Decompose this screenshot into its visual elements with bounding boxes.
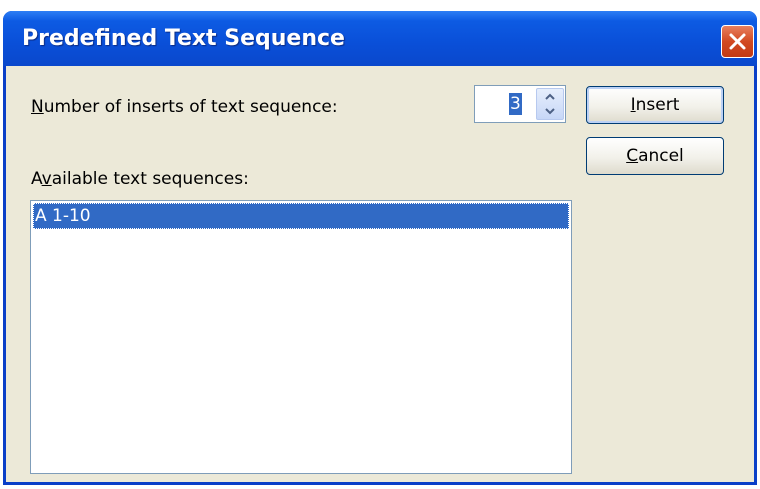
inserts-label: Number of inserts of text sequence: bbox=[31, 97, 338, 117]
list-item[interactable]: A 1-10 bbox=[33, 203, 569, 229]
spinner-buttons bbox=[536, 88, 564, 120]
close-icon bbox=[729, 33, 746, 50]
sequences-label-text: ailable text sequences: bbox=[51, 169, 249, 189]
spin-down-button[interactable] bbox=[537, 104, 563, 119]
cancel-button-mnemonic: C bbox=[626, 146, 639, 166]
sequences-label-mnemonic: v bbox=[41, 169, 52, 189]
cancel-button[interactable]: Cancel bbox=[586, 137, 724, 175]
cancel-button-label: ancel bbox=[638, 146, 684, 166]
dialog-body: Number of inserts of text sequence: 3 Av… bbox=[6, 66, 754, 482]
dialog-window: Predefined Text Sequence Number of inser… bbox=[3, 11, 757, 485]
inserts-label-text: umber of inserts of text sequence: bbox=[43, 97, 338, 117]
dialog-title: Predefined Text Sequence bbox=[22, 26, 345, 51]
chevron-up-icon bbox=[545, 93, 555, 100]
inserts-spinner[interactable]: 3 bbox=[474, 85, 566, 123]
insert-button-label: nsert bbox=[635, 95, 680, 115]
inserts-value[interactable]: 3 bbox=[509, 93, 522, 115]
inserts-label-mnemonic: N bbox=[31, 97, 44, 117]
close-button[interactable] bbox=[721, 25, 754, 58]
spin-up-button[interactable] bbox=[537, 89, 563, 104]
chevron-down-icon bbox=[545, 108, 555, 115]
sequences-listbox[interactable]: A 1-10 bbox=[30, 200, 572, 474]
sequences-label-start: A bbox=[31, 169, 42, 189]
title-bar[interactable]: Predefined Text Sequence bbox=[3, 11, 757, 66]
sequences-label: Available text sequences: bbox=[31, 169, 249, 189]
insert-button[interactable]: Insert bbox=[586, 86, 724, 124]
